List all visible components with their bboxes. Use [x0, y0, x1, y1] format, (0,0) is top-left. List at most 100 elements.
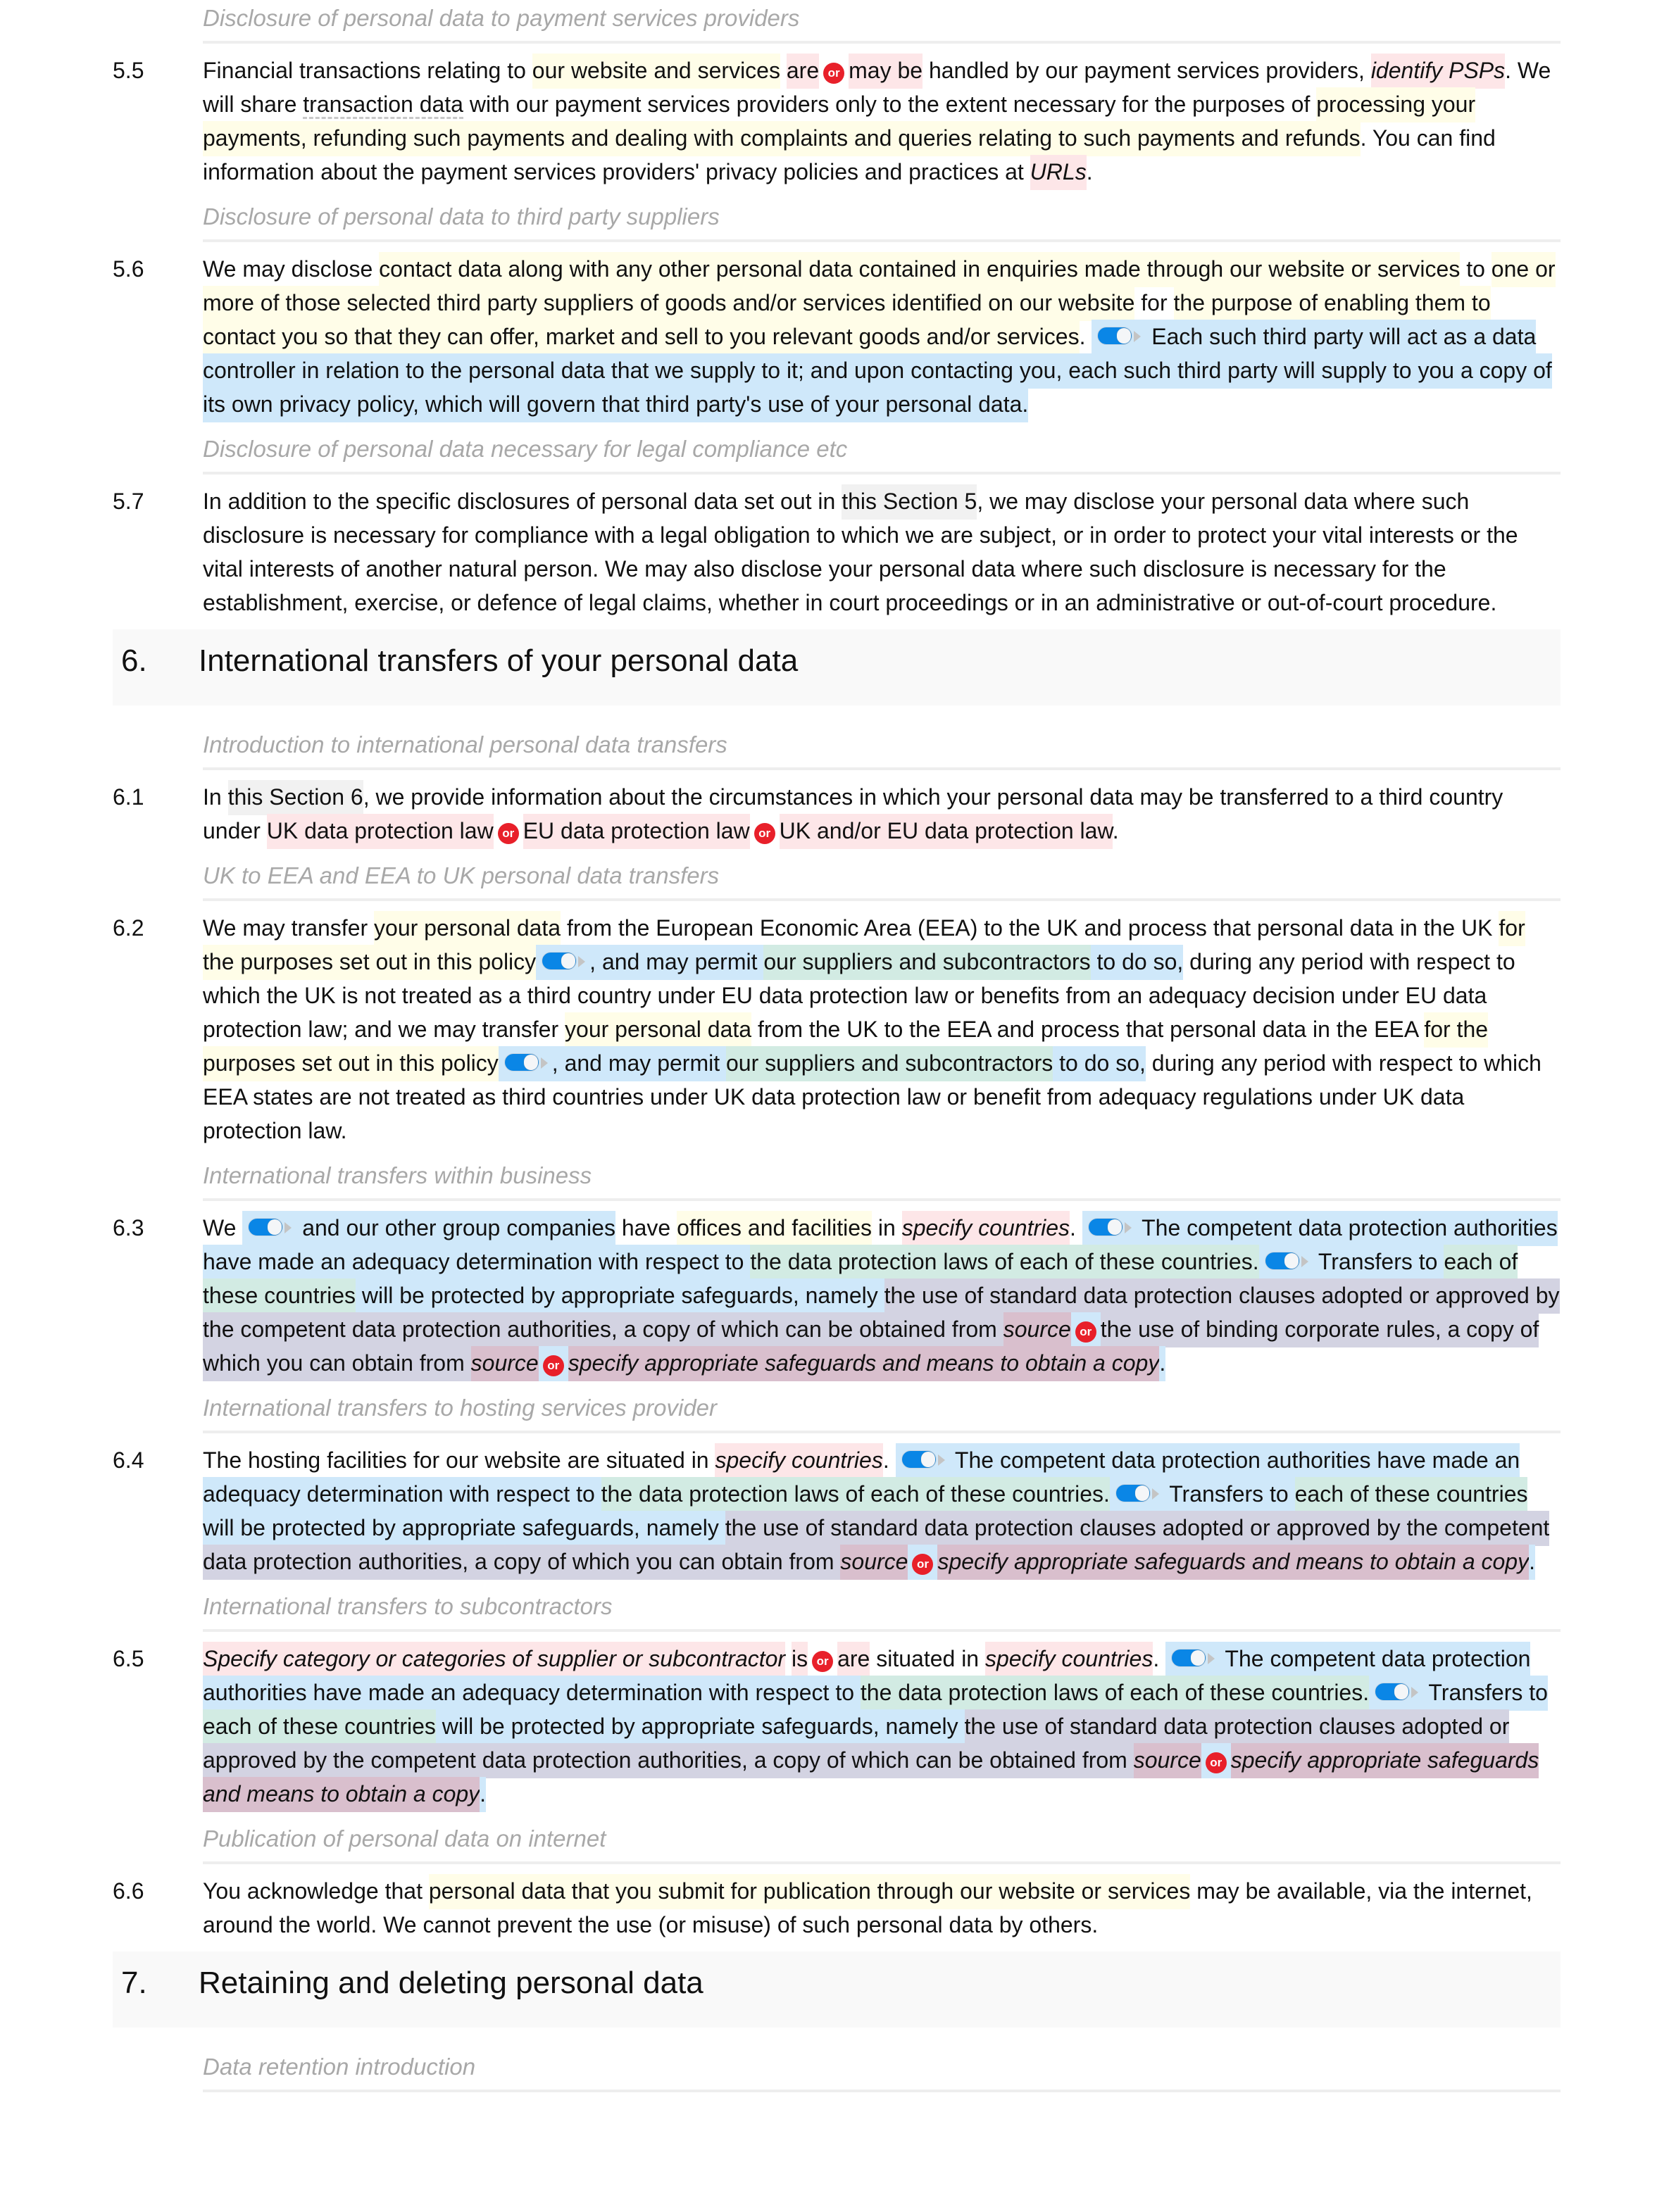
- or-badge-icon[interactable]: or: [823, 63, 845, 84]
- or-badge-icon[interactable]: or: [912, 1554, 934, 1575]
- placeholder-field[interactable]: UK data protection law: [266, 814, 494, 849]
- text-run: Financial transactions relating to: [203, 58, 532, 83]
- expand-arrow-icon: [1124, 1222, 1132, 1233]
- toggle-switch-icon[interactable]: [1264, 1251, 1308, 1271]
- or-badge-icon[interactable]: or: [497, 823, 519, 844]
- or-choice[interactable]: or: [908, 1545, 938, 1580]
- or-choice[interactable]: or: [1201, 1743, 1231, 1778]
- placeholder-field[interactable]: specify appropriate safeguards and means…: [937, 1545, 1530, 1580]
- placeholder-field[interactable]: specify appropriate safeguards and means…: [568, 1346, 1160, 1381]
- clause-subheading: Disclosure of personal data to payment s…: [203, 0, 1561, 44]
- placeholder-field[interactable]: may be: [849, 54, 923, 89]
- optional-toggle[interactable]: [1165, 1642, 1220, 1677]
- optional-toggle[interactable]: [1082, 1211, 1136, 1246]
- optional-clause-text[interactable]: .: [1159, 1346, 1166, 1381]
- optional-clause-text[interactable]: Transfers to: [1312, 1245, 1444, 1280]
- clause-number: 6.1: [113, 784, 144, 810]
- optional-clause-text[interactable]: Transfers to: [1422, 1676, 1548, 1711]
- clause-text: You acknowledge that personal data that …: [203, 1874, 1561, 1942]
- placeholder-field[interactable]: EU data protection law: [523, 814, 750, 849]
- optional-toggle[interactable]: [536, 945, 590, 980]
- placeholder-field[interactable]: is: [791, 1642, 808, 1677]
- toggle-switch-icon[interactable]: [1097, 326, 1142, 346]
- defined-term[interactable]: our website and services: [532, 54, 780, 89]
- variable-phrase[interactable]: the data protection laws of each of thes…: [860, 1676, 1370, 1711]
- expand-arrow-icon: [540, 1057, 548, 1069]
- defined-term[interactable]: contact data: [379, 252, 502, 289]
- optional-clause-text[interactable]: will be protected by appropriate safegua…: [356, 1278, 884, 1314]
- placeholder-field[interactable]: are: [786, 54, 820, 89]
- or-choice[interactable]: or: [819, 58, 849, 84]
- defined-term[interactable]: your personal data: [565, 1012, 752, 1048]
- or-badge-icon[interactable]: or: [1075, 1321, 1096, 1343]
- toggle-switch-icon[interactable]: [542, 951, 586, 971]
- optional-toggle[interactable]: [1109, 1477, 1163, 1512]
- variable-phrase[interactable]: the data protection laws of each of thes…: [750, 1245, 1259, 1280]
- text-run: from the UK to the EEA and process that …: [751, 1017, 1425, 1042]
- optional-clause-text[interactable]: will be protected by appropriate safegua…: [203, 1511, 725, 1546]
- toggle-knob: [1107, 1219, 1122, 1235]
- placeholder-field[interactable]: source: [1003, 1312, 1071, 1347]
- defined-term[interactable]: offices and facilities: [677, 1211, 872, 1246]
- text-run: .: [1086, 159, 1093, 184]
- text-run: We: [203, 1215, 243, 1240]
- variable-phrase[interactable]: each of these countries: [1294, 1477, 1528, 1512]
- or-choice[interactable]: or: [494, 818, 523, 844]
- optional-clause-text[interactable]: , and may permit: [589, 945, 764, 980]
- placeholder-field[interactable]: are: [837, 1642, 870, 1677]
- toggle-switch-icon[interactable]: [1115, 1483, 1159, 1503]
- placeholder-field[interactable]: Specify category or categories of suppli…: [203, 1642, 786, 1677]
- placeholder-field[interactable]: source: [1133, 1743, 1201, 1778]
- or-choice[interactable]: or: [808, 1646, 837, 1672]
- or-badge-icon[interactable]: or: [1205, 1752, 1227, 1773]
- or-choice[interactable]: or: [750, 818, 780, 844]
- toggle-switch-icon[interactable]: [248, 1217, 292, 1237]
- defined-term[interactable]: personal data that you submit for public…: [428, 1874, 1191, 1909]
- placeholder-field[interactable]: source: [840, 1545, 908, 1580]
- clause-text: In addition to the specific disclosures …: [203, 484, 1561, 620]
- defined-term[interactable]: your personal data: [374, 911, 561, 946]
- optional-toggle[interactable]: [1092, 320, 1146, 355]
- placeholder-field[interactable]: source: [470, 1346, 539, 1381]
- clause-text: In this Section 6, we provide informatio…: [203, 780, 1561, 849]
- optional-clause-text[interactable]: , and may permit: [551, 1046, 726, 1081]
- placeholder-field[interactable]: identify PSPs: [1370, 54, 1506, 89]
- placeholder-field[interactable]: specify countries: [715, 1443, 883, 1478]
- clause-5-6: 5.6 We may disclose contact data along wi…: [113, 252, 1561, 422]
- optional-clause-text[interactable]: will be protected by appropriate safegua…: [435, 1709, 965, 1745]
- toggle-switch-icon[interactable]: [1087, 1217, 1132, 1237]
- optional-toggle[interactable]: [498, 1046, 552, 1081]
- or-choice[interactable]: or: [1070, 1312, 1101, 1347]
- placeholder-field[interactable]: URLs: [1030, 155, 1087, 190]
- or-badge-icon[interactable]: or: [812, 1651, 834, 1672]
- or-badge-icon[interactable]: or: [542, 1355, 564, 1376]
- placeholder-field[interactable]: specify countries: [901, 1211, 1070, 1246]
- variable-phrase[interactable]: each of these countries: [203, 1709, 436, 1745]
- definition-link[interactable]: transaction data: [303, 92, 463, 119]
- variable-phrase[interactable]: the data protection laws of each of thes…: [601, 1477, 1110, 1512]
- toggle-switch-icon[interactable]: [901, 1450, 945, 1469]
- text-run: in: [872, 1215, 902, 1240]
- variable-phrase[interactable]: our suppliers and subcontractors: [763, 945, 1091, 980]
- optional-toggle[interactable]: [895, 1443, 949, 1478]
- optional-toggle[interactable]: [1369, 1676, 1423, 1711]
- or-choice[interactable]: or: [538, 1346, 568, 1381]
- placeholder-field[interactable]: specify countries: [984, 1642, 1153, 1677]
- toggle-switch-icon[interactable]: [1375, 1682, 1419, 1702]
- optional-clause-text[interactable]: .: [480, 1777, 487, 1812]
- or-badge-icon[interactable]: or: [753, 823, 775, 844]
- optional-toggle[interactable]: [1258, 1245, 1313, 1280]
- text-run: have: [615, 1215, 677, 1240]
- optional-clause-text[interactable]: to do so,: [1090, 945, 1184, 980]
- optional-clause-text[interactable]: and our other group companies: [296, 1211, 615, 1246]
- defined-term[interactable]: along with any other personal data conta…: [501, 252, 1461, 287]
- placeholder-field[interactable]: UK and/or EU data protection law: [779, 814, 1113, 849]
- toggle-switch-icon[interactable]: [1171, 1648, 1215, 1668]
- optional-clause-text[interactable]: .: [1529, 1545, 1535, 1580]
- optional-clause-text[interactable]: to do so,: [1053, 1046, 1146, 1081]
- optional-clause-text[interactable]: Transfers to: [1163, 1477, 1295, 1512]
- optional-toggle[interactable]: [242, 1211, 296, 1246]
- clause-number: 5.7: [113, 489, 144, 514]
- toggle-switch-icon[interactable]: [504, 1052, 548, 1072]
- variable-phrase[interactable]: our suppliers and subcontractors: [725, 1046, 1053, 1081]
